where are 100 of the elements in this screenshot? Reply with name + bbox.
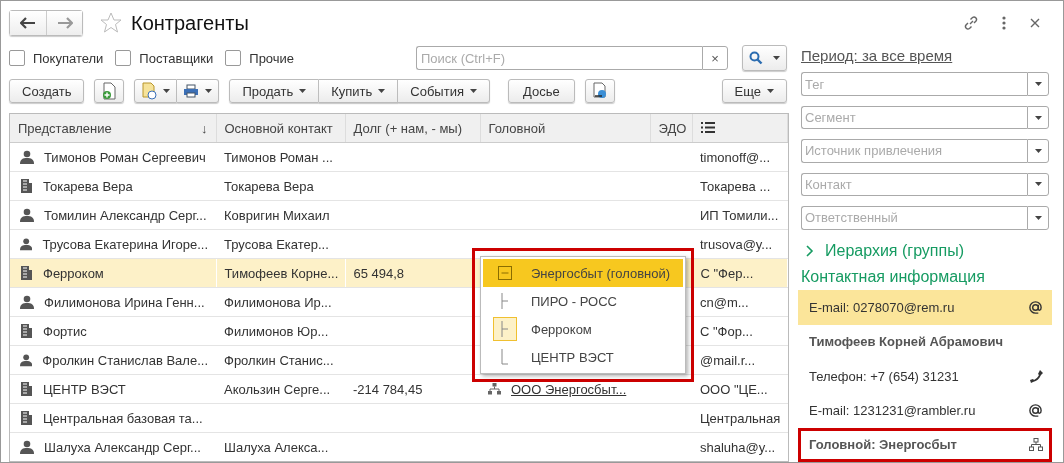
table-cell: ЦЕНТР ВЭСТ: [10, 374, 216, 404]
table-cell: Токарева Вера: [216, 171, 345, 201]
more-icon[interactable]: [1001, 15, 1007, 31]
column-header[interactable]: Представление ↓: [10, 114, 216, 143]
dropdown-button[interactable]: [1027, 139, 1049, 163]
select-field[interactable]: Сегмент: [801, 105, 1027, 130]
tree-branch-icon: [501, 321, 509, 337]
back-button[interactable]: [10, 11, 46, 35]
hierarchy-icon: [488, 383, 501, 395]
building-icon: [20, 179, 33, 193]
table-cell: @mail.r...: [692, 345, 788, 375]
caret-icon: [767, 89, 774, 93]
select-field[interactable]: Тег: [801, 72, 1027, 96]
table-cell: ИП Томили...: [692, 200, 788, 230]
window-title: Контрагенты: [131, 11, 249, 35]
caret-icon: [205, 89, 213, 93]
section-title: Контактная информация: [801, 266, 986, 287]
table-cell: Филимонова Ир...: [216, 287, 345, 317]
hierarchy-toggle[interactable]: Иерархия (группы): [801, 239, 1049, 263]
column-header[interactable]: Долг (+ нам, - мы): [345, 114, 480, 143]
table-cell: С "Фор...: [692, 316, 788, 346]
contact-item[interactable]: E-mail: 1231231@rambler.ru: [798, 393, 1052, 428]
checkbox-label: Покупатели: [33, 50, 104, 66]
checkbox[interactable]: [115, 50, 132, 66]
checkbox-label: Поставщики: [139, 50, 214, 66]
caret-icon: [163, 89, 171, 93]
table-cell: Ферроком: [10, 258, 216, 288]
caret-icon: [469, 89, 477, 93]
select-field[interactable]: Контакт: [801, 172, 1027, 197]
back-arrow-icon: [20, 17, 36, 29]
document-icon: [591, 82, 608, 100]
table-cell: Центральная базовая та...: [10, 403, 216, 433]
caret-icon: [773, 56, 780, 60]
caret-icon: [1034, 115, 1042, 120]
table-cell: Ковригин Михаил: [216, 200, 345, 230]
table-cell: Фролкин Станис...: [216, 345, 345, 375]
building-icon: [20, 411, 33, 425]
period-link[interactable]: Период: за все время: [801, 43, 1049, 69]
table-cell: Шалуха Алекса...: [216, 432, 345, 461]
search-field[interactable]: Поиск (Ctrl+F): [416, 46, 702, 70]
building-icon: [20, 382, 33, 396]
report-button[interactable]: [134, 79, 178, 103]
table-cell: Шалуха Александр Серг...: [10, 432, 216, 461]
table-cell: Токарева ...: [692, 171, 788, 201]
search-button[interactable]: [742, 45, 787, 71]
checkbox-label: Прочие: [249, 50, 295, 66]
select-field[interactable]: Источник привлечения: [801, 139, 1027, 163]
column-header[interactable]: [692, 114, 788, 143]
popup-item[interactable]: ПИРО - РОСС: [483, 287, 683, 315]
dropdown-button[interactable]: [1027, 206, 1049, 230]
collapse-icon[interactable]: [498, 266, 512, 280]
dropdown-button[interactable]: События: [398, 79, 490, 103]
checkbox[interactable]: [225, 50, 242, 66]
dropdown-button[interactable]: [1027, 172, 1049, 197]
table-cell: Тимонов Роман ...: [216, 142, 345, 172]
select-field[interactable]: Ответственный: [801, 206, 1027, 230]
caret-icon: [378, 89, 386, 93]
person-icon: [20, 353, 33, 367]
table-cell: Томилин Александр Серг...: [10, 200, 216, 230]
list-icon[interactable]: [700, 121, 715, 133]
popup-item[interactable]: ЦЕНТР ВЭСТ: [483, 343, 683, 371]
print-button[interactable]: [177, 79, 220, 103]
caret-icon: [299, 89, 307, 93]
contact-item[interactable]: Головной: Энергосбыт: [798, 427, 1052, 462]
chevron-icon: [805, 245, 815, 258]
contact-item[interactable]: Тимофеев Корней Абрамович: [798, 324, 1052, 359]
create-button[interactable]: Создать: [9, 79, 85, 103]
popup-item[interactable]: Ферроком: [483, 315, 683, 343]
popup-item[interactable]: Энергосбыт (головной): [483, 259, 683, 287]
caret-icon: [1034, 82, 1042, 87]
caret-icon: [1034, 215, 1042, 220]
more-button[interactable]: Еще: [721, 79, 787, 103]
clear-button[interactable]: ×: [702, 46, 728, 70]
dropdown-button[interactable]: Продать: [229, 79, 320, 103]
checkbox[interactable]: [9, 50, 25, 66]
column-header[interactable]: Головной: [480, 114, 650, 143]
export-button[interactable]: [584, 79, 615, 103]
contact-item[interactable]: E-mail: 0278070@rem.ru: [798, 290, 1052, 325]
caret-icon: [1034, 149, 1042, 153]
dropdown-button[interactable]: Купить: [319, 79, 399, 103]
table-cell: Тимонов Роман Сергеевич: [10, 142, 216, 172]
table-cell: Акользин Серге...: [216, 374, 345, 404]
column-header[interactable]: ЭДО: [650, 114, 692, 143]
contact-item[interactable]: Телефон: +7 (654) 31231: [798, 359, 1052, 394]
dropdown-button[interactable]: [1027, 105, 1049, 130]
email-icon: [1028, 403, 1043, 418]
add-document-button[interactable]: [94, 79, 125, 103]
printer-icon: [183, 84, 200, 98]
star-icon[interactable]: [99, 11, 123, 35]
column-header[interactable]: Основной контакт: [216, 114, 345, 143]
table-cell: Фортис: [10, 316, 216, 346]
link-icon[interactable]: [963, 15, 979, 31]
dropdown-button[interactable]: [1027, 72, 1049, 96]
search-icon: [749, 51, 763, 65]
building-icon: [20, 324, 33, 338]
close-icon[interactable]: [1029, 17, 1041, 29]
table-cell: ООО "ЦЕ...: [692, 374, 788, 404]
dossier-button[interactable]: Досье: [507, 79, 575, 103]
table-cell: timonoff@...: [692, 142, 788, 172]
person-icon: [20, 440, 34, 454]
